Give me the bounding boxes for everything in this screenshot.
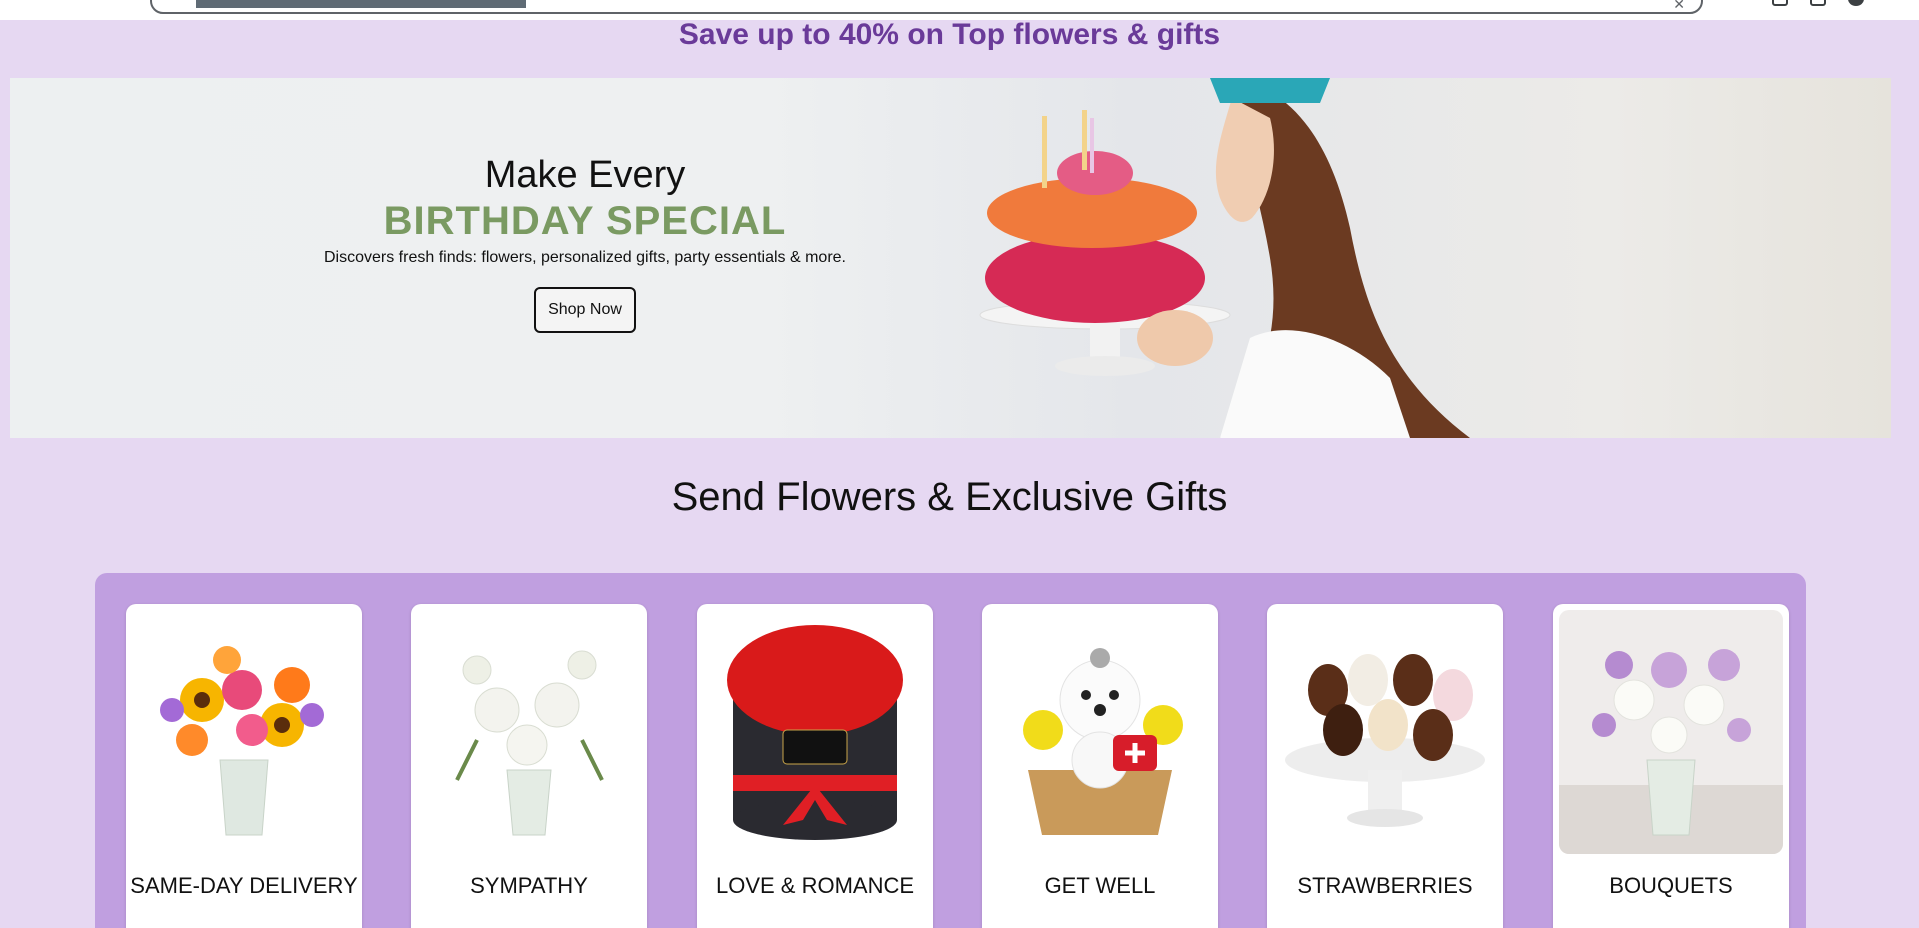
section-title: Send Flowers & Exclusive Gifts [671, 475, 1228, 519]
hero-banner[interactable]: Make Every BIRTHDAY SPECIAL Discovers fr… [10, 78, 1891, 438]
mixed-bouquet-image [132, 610, 356, 854]
category-card-bouquets[interactable]: BOUQUETS [1553, 604, 1789, 928]
birthday-cake-woman-image [979, 78, 1470, 438]
category-label: LOVE & ROMANCE [715, 873, 915, 898]
category-label: GET WELL [1044, 873, 1156, 898]
extension-icon[interactable] [1772, 0, 1788, 6]
category-panel: SAME-DAY DELIVERY SYMPATHY LOVE & ROMANC… [95, 573, 1806, 928]
address-bar[interactable]: ✕ [150, 0, 1703, 14]
profile-icon[interactable] [1848, 0, 1864, 6]
category-card-get-well[interactable]: GET WELL [982, 604, 1218, 928]
hero-title: BIRTHDAY SPECIAL [383, 199, 787, 243]
selected-url-text [196, 0, 526, 8]
puppy-arrangement-image [988, 610, 1212, 854]
page-content: Save up to 40% on Top flowers & gifts Ma… [0, 20, 1899, 928]
category-label: BOUQUETS [1609, 873, 1733, 898]
category-label: SAME-DAY DELIVERY [130, 873, 358, 898]
category-card-same-day-delivery[interactable]: SAME-DAY DELIVERY [126, 604, 362, 928]
browser-toolbar: ✕ [0, 0, 1919, 20]
hero-eyebrow: Make Every [484, 154, 686, 196]
category-card-love-romance[interactable]: LOVE & ROMANCE [697, 604, 933, 928]
hero-text-block: Make Every BIRTHDAY SPECIAL Discovers fr… [300, 153, 870, 333]
category-label: STRAWBERRIES [1297, 873, 1473, 898]
close-icon[interactable]: ✕ [1673, 0, 1685, 13]
sidebar-icon[interactable] [1810, 0, 1826, 6]
category-card-strawberries[interactable]: STRAWBERRIES [1267, 604, 1503, 928]
category-card-sympathy[interactable]: SYMPATHY [411, 604, 647, 928]
hero-subtitle: Discovers fresh finds: flowers, personal… [324, 249, 846, 266]
shop-now-button[interactable]: Shop Now [534, 287, 636, 333]
red-roses-box-image [703, 610, 927, 854]
lavender-bouquet-image [1559, 610, 1783, 854]
browser-actions [1772, 0, 1864, 6]
chocolate-strawberries-image [1273, 610, 1497, 854]
white-lilies-image [417, 610, 641, 854]
promo-banner[interactable]: Save up to 40% on Top flowers & gifts [0, 20, 1899, 50]
category-label: SYMPATHY [470, 873, 588, 898]
